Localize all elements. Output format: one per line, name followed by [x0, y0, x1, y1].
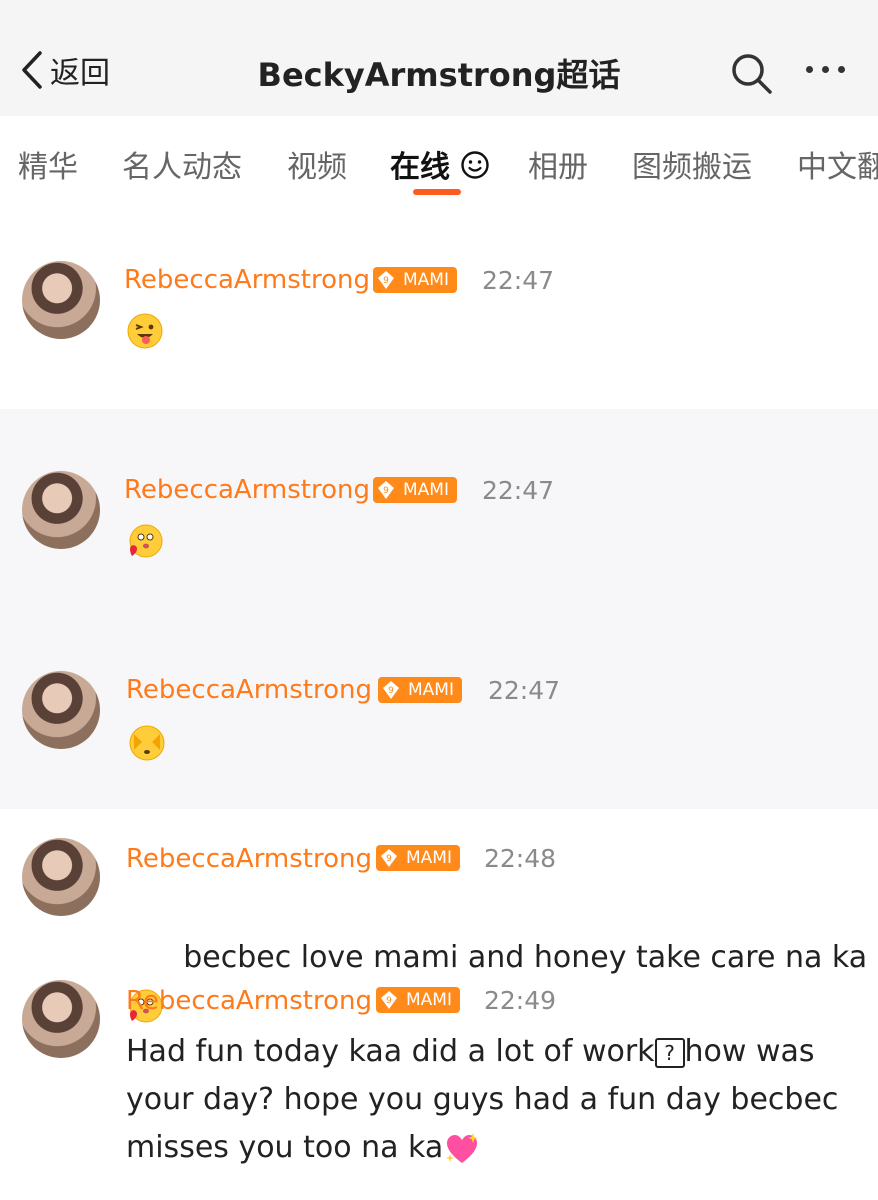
active-tab-indicator — [413, 189, 461, 195]
tab-album[interactable]: 相册 — [528, 142, 588, 186]
tab-chinese-translation[interactable]: 中文翻 — [797, 142, 878, 186]
timestamp: 22:48 — [484, 844, 557, 873]
username[interactable]: RebeccaArmstrong — [126, 844, 372, 874]
svg-text:9: 9 — [383, 276, 389, 286]
tab-online-label: 在线 — [390, 150, 450, 185]
svg-text:9: 9 — [383, 486, 389, 496]
username[interactable]: RebeccaArmstrong — [126, 675, 372, 705]
more-icon — [806, 66, 813, 73]
tab-bar: 精华 名人动态 视频 在线 相册 图频搬运 中文翻 — [0, 116, 878, 205]
hug-heart-emoji-icon — [129, 524, 163, 558]
fan-badge: 9 MAMI — [376, 845, 460, 871]
top-bar: 返回 BeckyArmstrong超话 — [0, 0, 878, 116]
avatar[interactable] — [22, 471, 100, 549]
fan-badge-label: MAMI — [403, 480, 449, 500]
sparkling-heart-emoji-icon — [446, 1132, 479, 1163]
more-icon-dot — [822, 66, 829, 73]
fan-badge-label: MAMI — [406, 990, 452, 1010]
username[interactable]: RebeccaArmstrong — [124, 265, 370, 295]
fan-level-icon: 9 — [378, 271, 394, 289]
tab-media-repost[interactable]: 图频搬运 — [632, 142, 752, 186]
timestamp: 22:49 — [484, 986, 557, 1015]
fan-badge-label: MAMI — [408, 680, 454, 700]
username[interactable]: RebeccaArmstrong — [124, 475, 370, 505]
fan-level-icon: 9 — [378, 481, 394, 499]
timestamp: 22:47 — [488, 676, 561, 705]
tab-online[interactable]: 在线 — [390, 142, 490, 186]
fan-level-icon: 9 — [383, 681, 399, 699]
fan-badge: 9 MAMI — [378, 677, 462, 703]
timestamp: 22:47 — [482, 476, 555, 505]
fan-badge-label: MAMI — [406, 848, 452, 868]
svg-text:9: 9 — [388, 686, 394, 696]
unknown-character-box: ? — [654, 1037, 685, 1068]
more-button[interactable] — [806, 66, 845, 73]
message-line-1b: how was — [684, 1034, 815, 1069]
avatar[interactable] — [22, 980, 100, 1058]
shy-emoji-icon — [129, 725, 165, 761]
tab-videos[interactable]: 视频 — [287, 142, 347, 186]
fan-badge: 9 MAMI — [373, 477, 457, 503]
fan-level-icon: 9 — [381, 849, 397, 867]
search-button[interactable] — [730, 52, 774, 100]
svg-text:9: 9 — [386, 854, 392, 864]
message-text: Had fun today kaa did a lot of work? how … — [126, 1028, 838, 1172]
tab-highlights[interactable]: 精华 — [18, 142, 78, 186]
fan-badge: 9 MAMI — [376, 987, 460, 1013]
timestamp: 22:47 — [482, 266, 555, 295]
tab-celebrity-news[interactable]: 名人动态 — [122, 142, 242, 186]
wink-tongue-emoji-icon — [127, 313, 163, 349]
fan-badge: 9 MAMI — [373, 267, 457, 293]
chat-area[interactable]: RebeccaArmstrong 9 MAMI 22:47 RebeccaArm… — [0, 204, 878, 1200]
smile-face-icon — [461, 151, 490, 179]
username[interactable]: RebeccaArmstrong — [126, 986, 372, 1016]
avatar[interactable] — [22, 838, 100, 916]
message-line-3: misses you too na ka — [126, 1130, 444, 1165]
avatar[interactable] — [22, 261, 100, 339]
message-line-1: Had fun today kaa did a lot of work — [126, 1034, 655, 1069]
message-line-2: your day? hope you guys had a fun day be… — [126, 1082, 839, 1117]
fan-badge-label: MAMI — [403, 270, 449, 290]
message-text-content: becbec love mami and honey take care na … — [183, 940, 868, 975]
avatar[interactable] — [22, 671, 100, 749]
search-icon — [732, 54, 772, 94]
more-icon-dot — [838, 66, 845, 73]
fan-level-icon: 9 — [381, 991, 397, 1009]
svg-text:9: 9 — [386, 996, 392, 1006]
